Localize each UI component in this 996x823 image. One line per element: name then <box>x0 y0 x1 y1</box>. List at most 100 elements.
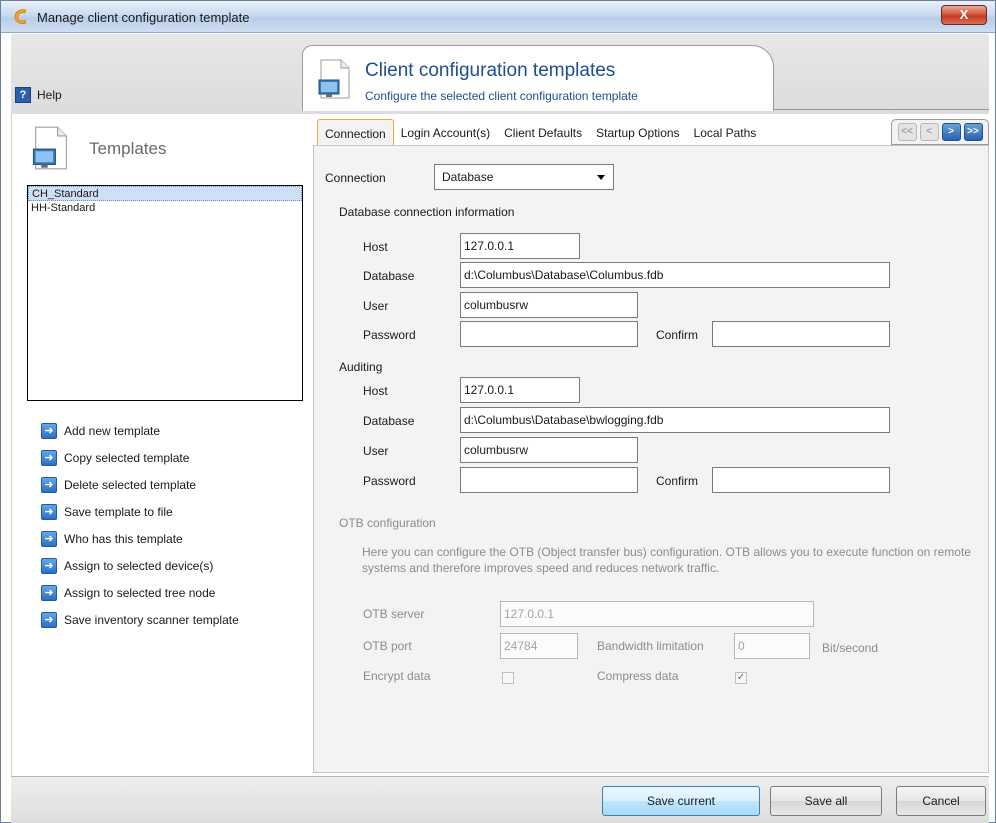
save-current-button[interactable]: Save current <box>602 786 760 816</box>
db-user-label: User <box>363 299 389 313</box>
audit-password-input[interactable] <box>460 467 638 493</box>
cancel-label: Cancel <box>922 794 960 808</box>
arrow-right-icon: ➜ <box>41 449 57 466</box>
template-document-icon <box>318 59 350 99</box>
client-logo-icon <box>14 9 27 25</box>
otb-section-heading: OTB configuration <box>339 516 436 530</box>
delete-template-action[interactable]: ➜ Delete selected template <box>41 471 239 498</box>
connection-panel: Connection Database Database connection … <box>313 145 989 773</box>
db-password-label: Password <box>363 328 416 342</box>
db-database-input[interactable]: d:\Columbus\Database\Columbus.fdb <box>460 262 890 288</box>
compress-data-checkbox[interactable]: ✓ <box>735 672 747 684</box>
arrow-right-icon: ➜ <box>41 476 57 493</box>
who-has-template-action[interactable]: ➜ Who has this template <box>41 525 239 552</box>
add-template-action[interactable]: ➜ Add new template <box>41 417 239 444</box>
assign-tree-node-action[interactable]: ➜ Assign to selected tree node <box>41 579 239 606</box>
audit-database-input[interactable]: d:\Columbus\Database\bwlogging.fdb <box>460 407 890 433</box>
page-title: Client configuration templates <box>365 60 616 81</box>
list-item[interactable]: CH_Standard <box>28 186 302 201</box>
nav-last-icon[interactable]: >> <box>963 123 983 141</box>
audit-database-label: Database <box>363 414 415 428</box>
encrypt-data-checkbox[interactable] <box>502 672 514 684</box>
action-label: Who has this template <box>64 531 183 546</box>
template-document-icon <box>32 126 67 170</box>
tab-navigation: << < > >> <box>891 119 989 145</box>
nav-prev-icon[interactable]: < <box>919 123 939 141</box>
arrow-right-icon: ➜ <box>41 557 57 574</box>
copy-template-action[interactable]: ➜ Copy selected template <box>41 444 239 471</box>
arrow-right-icon: ➜ <box>41 530 57 547</box>
db-user-input[interactable]: columbusrw <box>460 292 638 318</box>
arrow-right-icon: ➜ <box>41 611 57 628</box>
save-scanner-template-action[interactable]: ➜ Save inventory scanner template <box>41 606 239 633</box>
templates-title: Templates <box>89 139 167 158</box>
nav-first-icon[interactable]: << <box>897 123 917 141</box>
page-subtitle: Configure the selected client configurat… <box>365 89 638 103</box>
save-current-label: Save current <box>646 794 716 808</box>
action-label: Assign to selected device(s) <box>64 558 214 573</box>
window-frame: Manage client configuration template X ?… <box>0 0 996 823</box>
help-icon: ? <box>15 87 31 103</box>
otb-port-input[interactable]: 24784 <box>500 633 578 659</box>
action-label: Add new template <box>64 423 161 438</box>
close-button[interactable]: X <box>941 5 987 25</box>
db-host-input[interactable]: 127.0.0.1 <box>460 233 580 259</box>
dropdown-caret-icon <box>597 175 605 180</box>
otb-description: Here you can configure the OTB (Object t… <box>362 545 971 575</box>
tab-startup-options[interactable]: Startup Options <box>589 119 686 145</box>
help-label: Help <box>37 88 62 102</box>
tab-local-paths[interactable]: Local Paths <box>687 119 764 145</box>
arrow-right-icon: ➜ <box>41 503 57 520</box>
audit-confirm-label: Confirm <box>656 474 699 488</box>
header-divider <box>773 109 989 110</box>
audit-host-input[interactable]: 127.0.0.1 <box>460 377 580 403</box>
window-title: Manage client configuration template <box>37 10 250 25</box>
db-confirm-input[interactable] <box>712 321 890 347</box>
connection-value: Database <box>442 170 494 184</box>
bandwidth-input[interactable]: 0 <box>734 633 810 659</box>
compress-data-label: Compress data <box>597 669 679 683</box>
nav-next-icon[interactable]: > <box>941 123 961 141</box>
action-label: Save template to file <box>64 504 173 519</box>
action-label: Assign to selected tree node <box>64 585 216 600</box>
action-label: Delete selected template <box>64 477 197 492</box>
save-all-label: Save all <box>804 794 848 808</box>
audit-user-input[interactable]: columbusrw <box>460 437 638 463</box>
otb-server-input[interactable]: 127.0.0.1 <box>500 601 814 627</box>
left-frame-divider <box>11 114 12 776</box>
connection-select[interactable]: Database <box>434 164 614 190</box>
audit-user-label: User <box>363 444 389 458</box>
otb-port-label: OTB port <box>363 639 412 653</box>
bandwidth-unit: Bit/second <box>822 641 879 655</box>
db-password-input[interactable] <box>460 321 638 347</box>
save-template-file-action[interactable]: ➜ Save template to file <box>41 498 239 525</box>
otb-server-label: OTB server <box>363 607 425 621</box>
db-confirm-label: Confirm <box>656 328 699 342</box>
save-all-button[interactable]: Save all <box>770 786 882 816</box>
tab-connection[interactable]: Connection <box>317 119 394 145</box>
connection-label: Connection <box>325 171 386 185</box>
db-host-label: Host <box>363 240 388 254</box>
template-list[interactable]: CH_Standard HH-Standard <box>27 185 303 401</box>
assign-devices-action[interactable]: ➜ Assign to selected device(s) <box>41 552 239 579</box>
auditing-heading: Auditing <box>339 360 383 374</box>
cancel-button[interactable]: Cancel <box>896 786 986 816</box>
page-header-tab: Client configuration templates Configure… <box>302 45 774 111</box>
db-section-heading: Database connection information <box>339 205 515 219</box>
audit-host-label: Host <box>363 384 388 398</box>
tab-client-defaults[interactable]: Client Defaults <box>497 119 589 145</box>
tab-login-accounts[interactable]: Login Account(s) <box>394 119 497 145</box>
arrow-right-icon: ➜ <box>41 422 57 439</box>
arrow-right-icon: ➜ <box>41 584 57 601</box>
tab-strip: Connection Login Account(s) Client Defau… <box>317 119 763 145</box>
db-database-label: Database <box>363 269 415 283</box>
encrypt-data-label: Encrypt data <box>363 669 431 683</box>
title-bar: Manage client configuration template X <box>1 1 995 33</box>
list-item[interactable]: HH-Standard <box>28 201 302 216</box>
help-link[interactable]: ? Help <box>15 87 62 103</box>
action-label: Save inventory scanner template <box>64 612 239 627</box>
bandwidth-label: Bandwidth limitation <box>597 639 704 653</box>
audit-password-label: Password <box>363 474 416 488</box>
audit-confirm-input[interactable] <box>712 467 890 493</box>
template-actions: ➜ Add new template ➜ Copy selected templ… <box>41 417 239 633</box>
